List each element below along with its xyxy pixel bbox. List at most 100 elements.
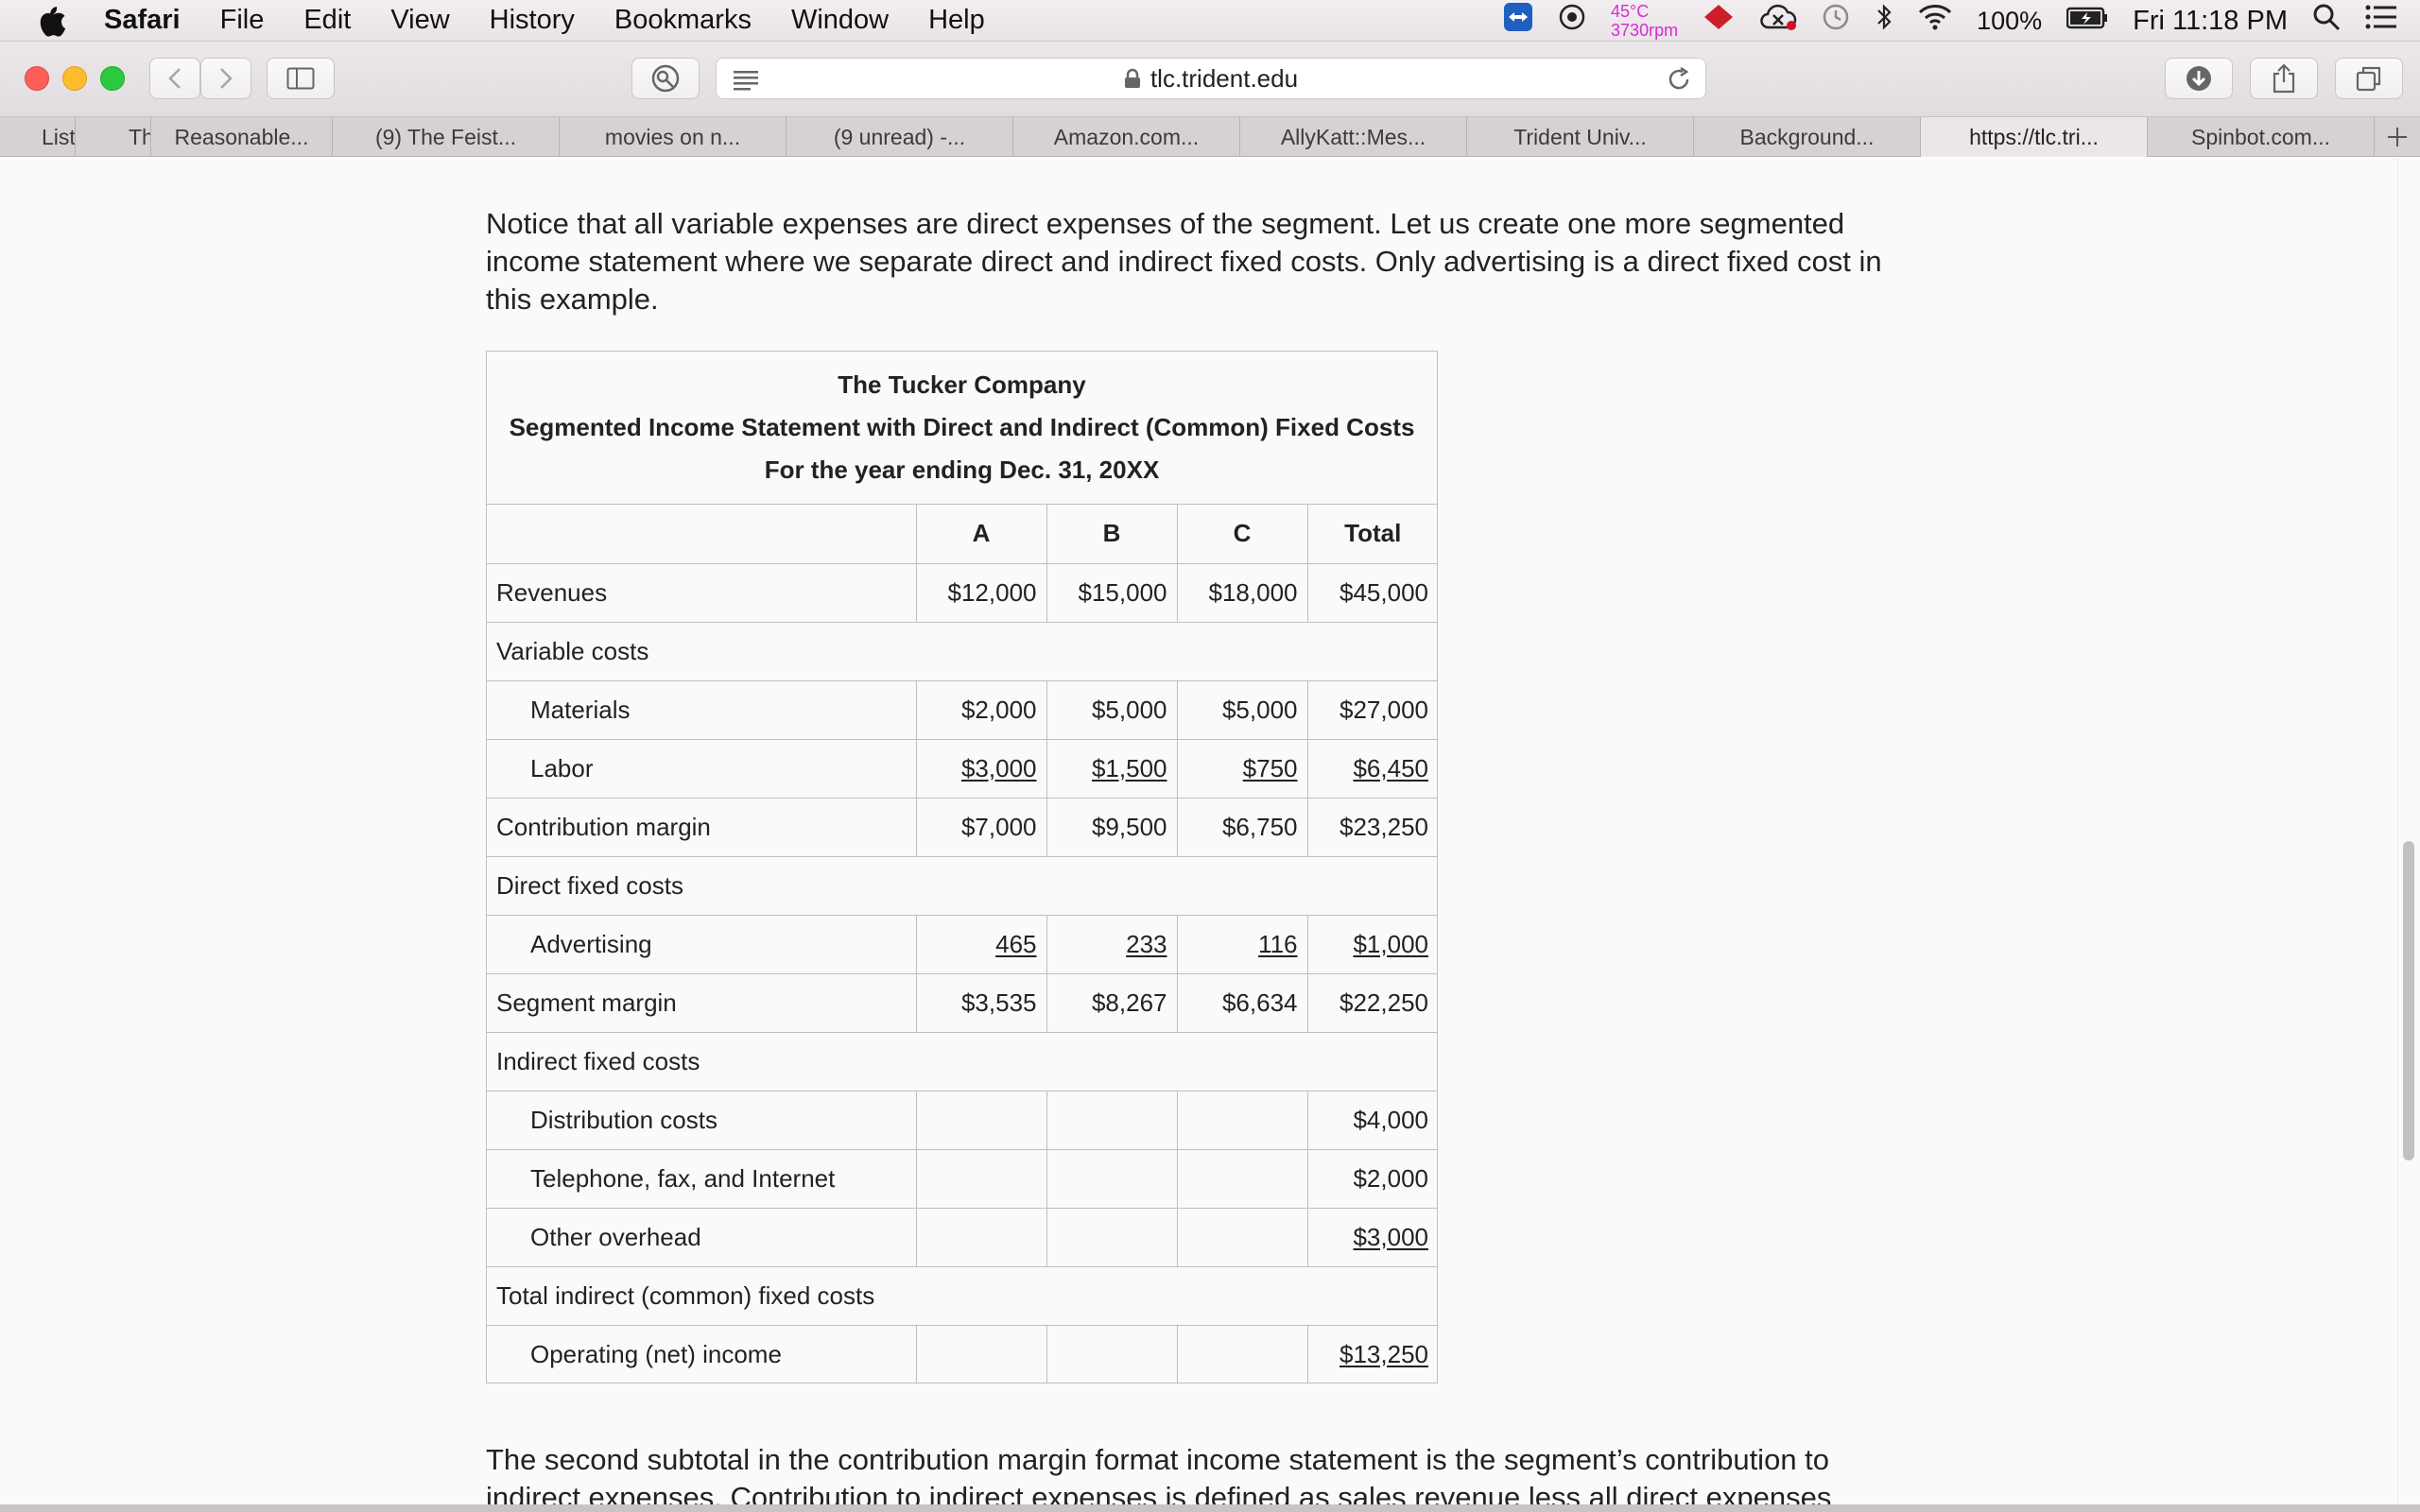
menu-help[interactable]: Help (928, 5, 985, 36)
close-window-button[interactable] (25, 66, 49, 91)
outro-paragraph: The second subtotal in the contribution … (486, 1443, 1832, 1512)
cell-a: $3,000 (960, 753, 1037, 782)
menu-window[interactable]: Window (791, 5, 889, 36)
tab-movies[interactable]: movies on n... (560, 117, 786, 157)
table-caption: The Tucker Company Segmented Income Stat… (487, 352, 1437, 505)
bluetooth-icon[interactable] (1875, 3, 1893, 39)
tab-label: Th (129, 124, 150, 149)
cell-a: $7,000 (915, 797, 1047, 857)
ghost-icon (651, 64, 680, 93)
cell-b: $1,500 (1091, 753, 1167, 782)
downloads-button[interactable] (2165, 58, 2233, 99)
reload-icon[interactable] (1666, 66, 1692, 99)
header-cell-a: A (915, 505, 1047, 564)
cell-b: $5,000 (1046, 679, 1178, 740)
table-row: Operating (net) income $13,250 (487, 1324, 1438, 1383)
header-cell-b: B (1046, 505, 1178, 564)
eye-icon[interactable] (1558, 3, 1586, 39)
tab-overview-button[interactable] (2335, 58, 2403, 99)
apple-icon[interactable] (0, 5, 104, 37)
share-button[interactable] (2250, 58, 2318, 99)
tab-label: (9 unread) -... (833, 124, 966, 149)
cell-b: $8,267 (1046, 972, 1178, 1033)
cell-b: $9,500 (1046, 797, 1178, 857)
cell-a: $2,000 (915, 679, 1047, 740)
tab-label: Spinbot.com... (2190, 124, 2331, 149)
menu-view[interactable]: View (390, 5, 449, 36)
cell-c: $750 (1242, 753, 1298, 782)
minimize-window-button[interactable] (62, 66, 87, 91)
tab-spinbot[interactable]: Spinbot.com... (2148, 117, 2375, 157)
battery-percent[interactable]: 100% (1977, 7, 2042, 36)
window-bottom-edge (0, 1504, 2420, 1512)
tab-background[interactable]: Background... (1694, 117, 1921, 157)
tab-label: Background... (1739, 124, 1875, 149)
table-row: Segment margin $3,535 $8,267 $6,634 $22,… (487, 972, 1438, 1033)
browser-toolbar: tlc.trident.edu (0, 42, 2420, 117)
menu-bookmarks[interactable]: Bookmarks (614, 5, 752, 36)
sidebar-toggle-button[interactable] (267, 58, 335, 99)
tab-reasonable[interactable]: Reasonable... (151, 117, 333, 157)
header-cell-c: C (1176, 505, 1308, 564)
tab-label: AllyKatt::Mes... (1280, 124, 1426, 149)
cell-c: $6,750 (1176, 797, 1308, 857)
menu-safari[interactable]: Safari (104, 5, 181, 36)
row-label: Segment margin (487, 972, 917, 1033)
tab-the-feist[interactable]: (9) The Feist... (333, 117, 560, 157)
lock-icon (1124, 68, 1141, 89)
tab-label: https://tlc.tri... (1969, 124, 2099, 149)
cell-b (1046, 1090, 1178, 1150)
battery-icon[interactable] (2066, 6, 2108, 37)
menu-history[interactable]: History (490, 5, 575, 36)
tab-unread[interactable]: (9 unread) -... (786, 117, 1013, 157)
scrollbar-thumb[interactable] (2403, 841, 2414, 1160)
address-bar[interactable]: tlc.trident.edu (716, 58, 1706, 99)
cell-total: $27,000 (1306, 679, 1438, 740)
teamviewer-icon[interactable] (1503, 2, 1533, 40)
new-tab-button[interactable] (2375, 117, 2420, 157)
statement-title: Segmented Income Statement with Direct a… (509, 413, 1415, 441)
cell-c: 116 (1258, 929, 1298, 958)
menu-file[interactable]: File (220, 5, 265, 36)
table-header-row: A B C Total (487, 505, 1438, 564)
cell-b: 233 (1126, 929, 1167, 958)
table-row: Labor $3,000 $1,500 $750 $6,450 (487, 738, 1438, 799)
tab-tlc-active[interactable]: https://tlc.tri... (1921, 117, 2148, 157)
wifi-icon[interactable] (1918, 4, 1952, 38)
back-button[interactable] (149, 58, 200, 99)
cloud-error-icon[interactable] (1759, 3, 1797, 39)
privacy-extension-button[interactable] (631, 58, 700, 99)
diamond-icon[interactable] (1703, 3, 1735, 39)
temperature-value: 45°C (1611, 2, 1650, 21)
tab-allykatt[interactable]: AllyKatt::Mes... (1240, 117, 1467, 157)
forward-button[interactable] (200, 58, 251, 99)
table-row: Direct fixed costs (487, 855, 1438, 916)
cell-c: $18,000 (1176, 562, 1308, 623)
reader-view-icon[interactable] (734, 68, 762, 97)
cell-total: $6,450 (1353, 753, 1428, 782)
scrollbar-track[interactable] (2397, 158, 2420, 1512)
header-cell-label (487, 505, 917, 564)
table-row: Total indirect (common) fixed costs (487, 1265, 1438, 1326)
tab-amazon[interactable]: Amazon.com... (1013, 117, 1240, 157)
chevron-right-icon (220, 68, 233, 89)
statement-period: For the year ending Dec. 31, 20XX (764, 455, 1160, 484)
row-label: Advertising (487, 914, 917, 974)
tab-trident[interactable]: Trident Univ... (1467, 117, 1694, 157)
menu-edit[interactable]: Edit (303, 5, 351, 36)
clock[interactable]: Fri 11:18 PM (2133, 6, 2288, 37)
zoom-window-button[interactable] (100, 66, 125, 91)
menu-bar: Safari File Edit View History Bookmarks … (0, 0, 2420, 42)
notification-center-icon[interactable] (2365, 5, 2397, 37)
row-label: Total indirect (common) fixed costs (487, 1265, 1438, 1326)
cell-total: $1,000 (1353, 929, 1428, 958)
temperature-readout[interactable]: 45°C 3730rpm (1611, 2, 1678, 40)
tab-th[interactable]: Th (76, 117, 151, 157)
intro-paragraph: Notice that all variable expenses are di… (486, 207, 1882, 316)
spotlight-search-icon[interactable] (2312, 3, 2341, 39)
cell-a (915, 1207, 1047, 1267)
row-label: Direct fixed costs (487, 855, 1438, 916)
time-machine-icon[interactable] (1822, 3, 1850, 39)
tab-label: movies on n... (604, 124, 741, 149)
tab-list[interactable]: List (0, 117, 76, 157)
